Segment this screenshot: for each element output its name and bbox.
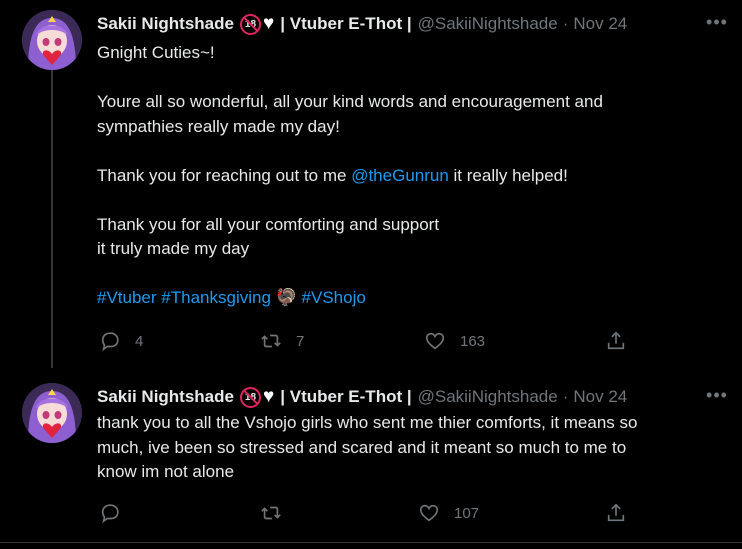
adult-18-badge-icon: 18	[239, 13, 261, 35]
turkey-emoji-icon: 🦃	[275, 288, 297, 307]
tweet-line: Thank you for all your comforting and su…	[97, 214, 440, 234]
tweet-line: thank you to all the Vshojo girls who se…	[97, 413, 638, 432]
display-name-suffix[interactable]: | Vtuber E-Thot |	[280, 387, 411, 407]
hashtag-line: #Vtuber #Thanksgiving 🦃 #VShojo	[97, 286, 717, 311]
tweet-line: know im not alone	[97, 462, 235, 481]
tweet-header: Sakii Nightshade 18 ♥ | Vtuber E-Thot | …	[97, 385, 627, 409]
tweet-header: Sakii Nightshade 18 ♥ | Vtuber E-Thot | …	[97, 12, 627, 36]
display-name-suffix[interactable]: | Vtuber E-Thot |	[280, 14, 411, 34]
adult-18-badge-icon: 18	[239, 386, 261, 408]
tweet-text: thank you to all the Vshojo girls who se…	[97, 411, 717, 485]
tweet-line: sympathies really made my day!	[97, 116, 340, 136]
mention-link[interactable]: @theGunrun	[351, 166, 449, 185]
heart-outline-icon	[419, 504, 439, 522]
like-count: 163	[460, 332, 486, 350]
tweet-text: Gnight Cuties~! Youre all so wonderful, …	[97, 41, 717, 311]
tweet-line: Thank you for reaching out to me @theGun…	[97, 164, 717, 189]
retweet-arrows-icon	[261, 506, 281, 520]
like-button[interactable]: 107	[418, 502, 479, 524]
hashtag-link[interactable]: #VShojo	[302, 288, 366, 307]
display-name[interactable]: Sakii Nightshade	[97, 14, 234, 34]
share-button[interactable]	[605, 502, 627, 524]
share-upload-icon	[607, 331, 625, 350]
tweet-date[interactable]: Nov 24	[573, 14, 627, 34]
action-bar: 107	[97, 502, 647, 530]
separator-dot: ·	[562, 387, 569, 406]
tweet-2[interactable]: Sakii Nightshade 18 ♥ | Vtuber E-Thot | …	[0, 370, 742, 542]
action-bar: 4 7 163	[97, 330, 647, 358]
tweet-line: Youre all so wonderful, all your kind wo…	[97, 92, 603, 111]
reply-button[interactable]: 4	[99, 330, 143, 352]
text-segment: Thank you for reaching out to me	[97, 165, 352, 185]
tweet-line: Gnight Cuties~!	[97, 43, 215, 62]
share-upload-icon	[607, 503, 625, 522]
retweet-button[interactable]: 7	[260, 330, 304, 352]
tweet-date[interactable]: Nov 24	[573, 387, 627, 407]
text-segment: it really helped!	[448, 165, 568, 185]
reply-button[interactable]	[99, 502, 135, 524]
retweet-count: 7	[296, 332, 305, 350]
display-name[interactable]: Sakii Nightshade	[97, 387, 234, 407]
reply-count: 4	[135, 332, 144, 350]
more-options-icon[interactable]: •••	[705, 386, 729, 410]
share-button[interactable]	[605, 330, 627, 352]
user-handle[interactable]: @SakiiNightshade	[418, 14, 558, 34]
reply-bubble-icon	[101, 504, 119, 524]
avatar-image	[22, 10, 82, 70]
reply-bubble-icon	[101, 332, 119, 352]
hashtag-link[interactable]: #Vtuber	[97, 288, 157, 307]
tweet-line: much, ive been so stressed and scared an…	[97, 437, 627, 457]
retweet-arrows-icon	[261, 334, 281, 348]
avatar[interactable]	[22, 10, 82, 70]
tweet-line: it truly made my day	[97, 239, 250, 258]
divider	[0, 542, 742, 543]
retweet-button[interactable]	[260, 502, 296, 524]
like-button[interactable]: 163	[424, 330, 485, 352]
like-count: 107	[454, 504, 480, 522]
tweet-1[interactable]: Sakii Nightshade 18 ♥ | Vtuber E-Thot | …	[0, 0, 742, 370]
hashtag-link[interactable]: #Thanksgiving	[161, 288, 271, 307]
white-heart-icon: ♥	[262, 13, 275, 34]
heart-outline-icon	[425, 332, 445, 350]
user-handle[interactable]: @SakiiNightshade	[418, 387, 558, 407]
avatar-image	[22, 383, 82, 443]
avatar[interactable]	[22, 383, 82, 443]
separator-dot: ·	[562, 14, 569, 33]
more-options-icon[interactable]: •••	[705, 13, 729, 37]
white-heart-icon: ♥	[262, 386, 275, 407]
